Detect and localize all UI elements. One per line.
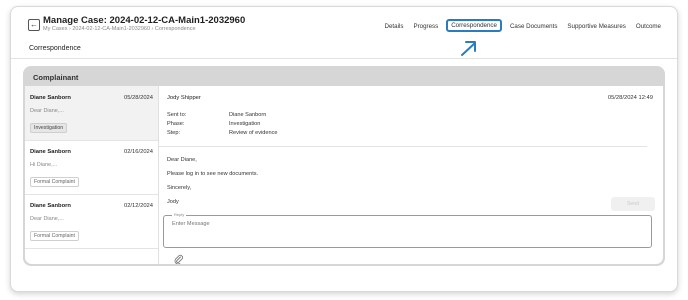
reply-field[interactable]: Reply <box>163 212 652 248</box>
thread-date: 02/16/2024 <box>123 149 153 155</box>
tab-outcome[interactable]: Outcome <box>634 22 663 32</box>
panel-header: Complainant <box>23 66 665 86</box>
step-row: Step: Review of evidence <box>167 130 278 136</box>
thread-phase-badge: Formal Complaint <box>30 177 79 187</box>
pointer-arrow-icon <box>461 41 476 56</box>
tab-details[interactable]: Details <box>383 22 406 32</box>
panel-title: Complainant <box>33 73 79 82</box>
section-subtitle: Correspondence <box>29 45 81 52</box>
tab-correspondence[interactable]: Correspondence <box>446 19 502 32</box>
send-button[interactable]: Send <box>611 197 655 211</box>
breadcrumb[interactable]: My Cases › 2024-02-12-CA-Main1-2032960 ›… <box>43 26 196 32</box>
tab-progress[interactable]: Progress <box>411 22 440 32</box>
message-line: Please log in to see new documents. <box>167 171 259 177</box>
phase-value: Investigation <box>229 121 261 127</box>
phase-label: Phase: <box>167 121 185 127</box>
sent-to-value: Diane Sanborn <box>229 112 267 118</box>
thread-divider <box>25 248 158 249</box>
thread-preview: Hi Diane,... <box>30 162 58 168</box>
message-line: Dear Diane, <box>167 157 197 163</box>
thread-preview: Dear Diane,... <box>30 216 64 222</box>
panel-body: Diane Sanborn 05/28/2024 Dear Diane,... … <box>25 86 663 264</box>
message-line: Sincerely, <box>167 185 192 191</box>
thread-item[interactable]: Diane Sanborn 02/16/2024 Hi Diane,... Fo… <box>25 140 158 194</box>
back-arrow-icon[interactable]: ← <box>28 19 40 31</box>
step-value: Review of evidence <box>229 130 278 136</box>
tab-case-documents[interactable]: Case Documents <box>508 22 559 32</box>
thread-date: 02/12/2024 <box>123 203 153 209</box>
thread-date: 05/28/2024 <box>123 95 153 101</box>
sent-to-row: Sent to: Diane Sanborn <box>167 112 266 118</box>
header-divider <box>11 58 677 59</box>
thread-sender: Diane Sanborn <box>30 95 71 101</box>
reply-label: Reply <box>172 212 187 217</box>
top-bar: ← Manage Case: 2024-02-12-CA-Main1-20329… <box>11 7 677 35</box>
message-divider <box>159 146 647 147</box>
thread-sender: Diane Sanborn <box>30 149 71 155</box>
thread-sender: Diane Sanborn <box>30 203 71 209</box>
page-title: Manage Case: 2024-02-12-CA-Main1-2032960 <box>43 15 246 26</box>
phase-row: Phase: Investigation <box>167 121 260 127</box>
message-timestamp: 05/28/2024 12:49 <box>607 95 653 101</box>
message-view: Jody Shipper 05/28/2024 12:49 Sent to: D… <box>159 86 663 264</box>
thread-item[interactable]: Diane Sanborn 05/28/2024 Dear Diane,... … <box>25 86 158 140</box>
correspondence-panel: Complainant Diane Sanborn 05/28/2024 Dea… <box>23 66 665 266</box>
paperclip-icon[interactable] <box>174 254 183 264</box>
thread-phase-badge: Formal Complaint <box>30 231 79 241</box>
thread-list: Diane Sanborn 05/28/2024 Dear Diane,... … <box>25 86 159 264</box>
reply-input[interactable] <box>172 221 372 227</box>
step-label: Step: <box>167 130 181 136</box>
thread-item[interactable]: Diane Sanborn 02/12/2024 Dear Diane,... … <box>25 194 158 248</box>
message-sender: Jody Shipper <box>167 95 201 101</box>
tab-supportive-measures[interactable]: Supportive Measures <box>565 22 627 32</box>
case-nav-tabs: Details Progress Correspondence Case Doc… <box>383 19 663 32</box>
thread-preview: Dear Diane,... <box>30 108 64 114</box>
sent-to-label: Sent to: <box>167 112 187 118</box>
thread-phase-badge: Investigation <box>30 123 68 133</box>
message-line: Jody <box>167 199 179 205</box>
